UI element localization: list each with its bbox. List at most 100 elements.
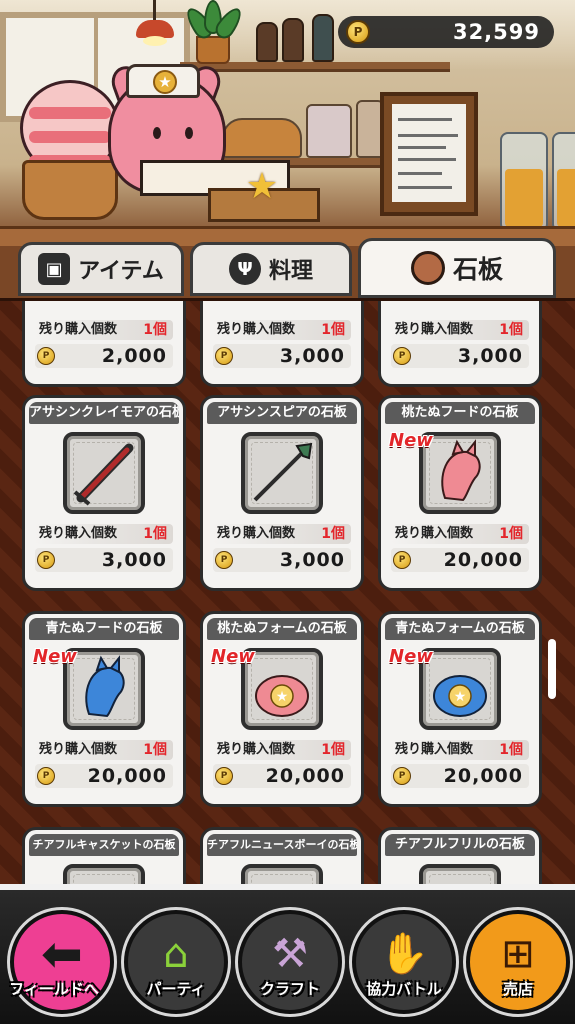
coin-icon: P [393, 347, 411, 365]
handshake-icon: ✋ [379, 931, 429, 977]
price: 2,000 [101, 345, 167, 367]
shop-item-card[interactable]: 青たぬフォームの石板 ★ New 残り購入個数 1個 P 20,000 [378, 611, 542, 807]
shop-item-card[interactable]: アサシンクレイモアの石板 残り購入個数 1個 P 3,000 [22, 395, 186, 591]
stock-label: 残り購入個数 [217, 742, 296, 757]
price-row: P 20,000 [213, 764, 351, 788]
price-row: P 20,000 [391, 548, 529, 572]
coin-icon: P [37, 347, 55, 365]
tab-label: 石板 [452, 255, 503, 284]
stock-row: 残り購入個数 1個 [35, 524, 173, 544]
shop-item-card[interactable]: 桃たぬフォームの石板 ★ New 残り購入個数 1個 P 20,000 [200, 611, 364, 807]
shop-item-card[interactable]: アサシンスピアの石板 残り購入個数 1個 P 3,000 [200, 395, 364, 591]
item-name: チアフルキャスケットの石板 [29, 834, 179, 856]
shop-item-card[interactable]: チアフルキャスケットの石板 [22, 827, 186, 884]
price-row: P 3,000 [391, 344, 529, 368]
price-row: P 3,000 [213, 344, 351, 368]
shop-item-card[interactable]: 残り購入個数 1個 P 3,000 [200, 301, 364, 387]
stock-row: 残り購入個数 1個 [213, 524, 351, 544]
candy-jar-icon [500, 132, 548, 232]
price: 3,000 [279, 549, 345, 571]
stock-row: 残り購入個数 1個 [213, 320, 351, 340]
party-house-icon: ⌂ [163, 931, 189, 977]
spear-slate-icon [241, 432, 323, 514]
coin-icon: P [393, 551, 411, 569]
price: 20,000 [87, 765, 167, 787]
nav-label: クラフト [259, 980, 320, 998]
nav-label: 売店 [502, 980, 533, 998]
newsboy-slate-icon [241, 864, 323, 884]
shop-item-card[interactable]: 桃たぬフードの石板 New 残り購入個数 1個 P 20,000 [378, 395, 542, 591]
shop-item-card[interactable]: 残り購入個数 1個 P 3,000 [378, 301, 542, 387]
nav-label: フィールドへ [9, 980, 99, 998]
item-name: アサシンクレイモアの石板 [29, 402, 179, 424]
stock-count: 1個 [321, 526, 345, 542]
item-name: アサシンスピアの石板 [207, 402, 357, 424]
stock-row: 残り購入個数 1個 [391, 320, 529, 340]
svg-text:★: ★ [454, 689, 467, 705]
jar-icon [306, 104, 352, 158]
item-name: チアフルフリルの石板 [385, 834, 535, 856]
stock-row: 残り購入個数 1個 [35, 320, 173, 340]
tab-label: アイテム [78, 259, 164, 284]
menu-board [380, 92, 478, 216]
stock-label: 残り購入個数 [39, 526, 118, 541]
bread-basket-icon [222, 118, 302, 158]
new-badge: New [211, 646, 255, 667]
price-row: P 20,000 [35, 764, 173, 788]
back-arrow-icon: ⬅ [41, 925, 83, 983]
shop-cart-icon: ⊞ [501, 931, 535, 977]
tab-label: 料理 [268, 259, 313, 284]
coin-icon: P [37, 551, 55, 569]
bottle-icon [312, 14, 334, 62]
stock-row: 残り購入個数 1個 [391, 524, 529, 544]
stock-count: 1個 [143, 742, 167, 758]
bottle-icon [256, 22, 278, 62]
stock-label: 残り購入個数 [395, 742, 474, 757]
price: 3,000 [457, 345, 523, 367]
fork-icon: Ψ [228, 253, 261, 285]
price-row: P 3,000 [35, 548, 173, 572]
tab-slates[interactable]: 石板 [358, 238, 556, 298]
new-badge: New [389, 430, 433, 451]
shop-item-card[interactable]: チアフルニュースボーイの石板 [200, 827, 364, 884]
stock-label: 残り購入個数 [217, 322, 296, 337]
shop-tabs: ▣ アイテム Ψ 料理 石板 [0, 238, 575, 300]
price-row: P 2,000 [35, 344, 173, 368]
price: 3,000 [279, 345, 345, 367]
box-icon: ▣ [38, 253, 71, 285]
item-name: 桃たぬフードの石板 [385, 402, 535, 424]
tab-cooking[interactable]: Ψ 料理 [190, 242, 352, 296]
coin-icon: P [393, 767, 411, 785]
price: 20,000 [443, 765, 523, 787]
stock-count: 1個 [499, 742, 523, 758]
nav-label: 協力バトル [366, 980, 442, 998]
stock-count: 1個 [143, 322, 167, 338]
price-row: P 20,000 [391, 764, 529, 788]
item-name: 青たぬフードの石板 [29, 618, 179, 640]
coin-icon: P [37, 767, 55, 785]
star-icon: ★ [245, 166, 279, 207]
shop-item-list[interactable]: 残り購入個数 1個 P 2,000 残り購入個数 1個 P 3,000 残り購入… [0, 298, 575, 884]
coin-icon: P [215, 347, 233, 365]
stock-count: 1個 [321, 742, 345, 758]
stock-count: 1個 [321, 322, 345, 338]
stock-label: 残り購入個数 [395, 322, 474, 337]
frill-slate-icon [419, 864, 501, 884]
nav-label: パーティ [146, 980, 206, 998]
casquette-slate-icon [63, 864, 145, 884]
shop-item-card[interactable]: チアフルフリルの石板 [378, 827, 542, 884]
chef-hat-icon: ★ [126, 64, 200, 98]
shop-item-card[interactable]: 残り購入個数 1個 P 2,000 [22, 301, 186, 387]
hammer-icon: ⚒ [272, 931, 308, 977]
scrollbar[interactable] [548, 639, 556, 699]
tab-items[interactable]: ▣ アイテム [18, 242, 184, 296]
price: 20,000 [443, 549, 523, 571]
stock-row: 残り購入個数 1個 [391, 740, 529, 760]
stock-row: 残り購入個数 1個 [35, 740, 173, 760]
price: 3,000 [101, 549, 167, 571]
bottom-nav: ⬅ フィールドへ ⌂ パーティ ⚒ クラフト ✋ 協力バトル ⊞ 売店 [0, 884, 575, 1024]
shop-item-card[interactable]: 青たぬフードの石板 New 残り購入個数 1個 P 20,000 [22, 611, 186, 807]
candy-jar-icon [552, 132, 575, 232]
coin-icon: P [215, 767, 233, 785]
stock-label: 残り購入個数 [39, 742, 118, 757]
